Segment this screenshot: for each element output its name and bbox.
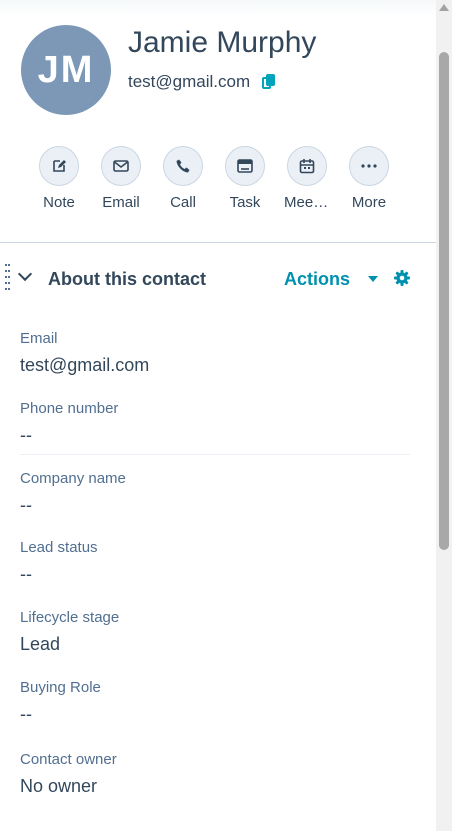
property-lead-status: Lead status -- [20, 539, 410, 585]
property-email: Email test@gmail.com [20, 330, 410, 376]
contact-panel: JM Jamie Murphy test@gmail.com Note Emai… [0, 0, 436, 831]
note-label: Note [43, 194, 75, 211]
top-fade [0, 0, 436, 16]
gear-icon[interactable] [394, 270, 410, 286]
phone-icon [163, 146, 203, 186]
property-value[interactable]: No owner [20, 776, 410, 797]
property-value[interactable]: Lead [20, 634, 410, 655]
caret-down-icon[interactable] [368, 276, 378, 282]
property-divider [20, 454, 410, 455]
contact-email[interactable]: test@gmail.com [128, 72, 250, 92]
property-buying-role: Buying Role -- [20, 679, 410, 725]
property-value[interactable]: -- [20, 425, 410, 446]
property-company-name: Company name -- [20, 470, 410, 516]
contact-name: Jamie Murphy [128, 26, 317, 59]
call-label: Call [170, 194, 196, 211]
scrollbar[interactable] [436, 0, 452, 831]
meeting-button[interactable]: Meeti... [276, 146, 338, 211]
avatar[interactable]: JM [21, 25, 111, 115]
property-label: Lifecycle stage [20, 609, 120, 626]
meeting-label: Meeti... [284, 194, 330, 211]
drag-handle-icon[interactable] [5, 264, 11, 292]
scrollbar-thumb[interactable] [439, 52, 449, 550]
email-label: Email [102, 194, 140, 211]
property-phone-number: Phone number -- [20, 400, 410, 446]
property-label: Contact owner [20, 751, 117, 768]
more-label: More [351, 194, 387, 211]
property-contact-owner: Contact owner No owner [20, 751, 410, 797]
property-label: Phone number [20, 400, 119, 417]
actions-dropdown[interactable]: Actions [284, 269, 350, 290]
property-lifecycle-stage: Lifecycle stage Lead [20, 609, 410, 655]
copy-icon[interactable] [262, 74, 276, 90]
property-value[interactable]: -- [20, 495, 410, 516]
property-label: Lead status [20, 539, 98, 556]
contact-email-line: test@gmail.com [128, 72, 276, 92]
more-button[interactable]: More [338, 146, 400, 211]
scroll-up-arrow-icon[interactable] [439, 4, 449, 11]
section-title[interactable]: About this contact [48, 269, 206, 290]
property-value[interactable]: test@gmail.com [20, 355, 410, 376]
property-label: Buying Role [20, 679, 101, 696]
edit-icon [39, 146, 79, 186]
task-icon [225, 146, 265, 186]
header-divider [0, 242, 436, 243]
note-button[interactable]: Note [28, 146, 90, 211]
call-button[interactable]: Call [152, 146, 214, 211]
email-icon [101, 146, 141, 186]
task-label: Task [229, 194, 261, 211]
chevron-down-icon[interactable] [18, 269, 30, 281]
more-icon [349, 146, 389, 186]
property-label: Email [20, 330, 58, 347]
quick-actions: Note Email Call Task Meeti... More [28, 146, 408, 211]
property-label: Company name [20, 470, 126, 487]
property-value[interactable]: -- [20, 704, 410, 725]
email-button[interactable]: Email [90, 146, 152, 211]
task-button[interactable]: Task [214, 146, 276, 211]
property-value[interactable]: -- [20, 564, 410, 585]
calendar-icon [287, 146, 327, 186]
